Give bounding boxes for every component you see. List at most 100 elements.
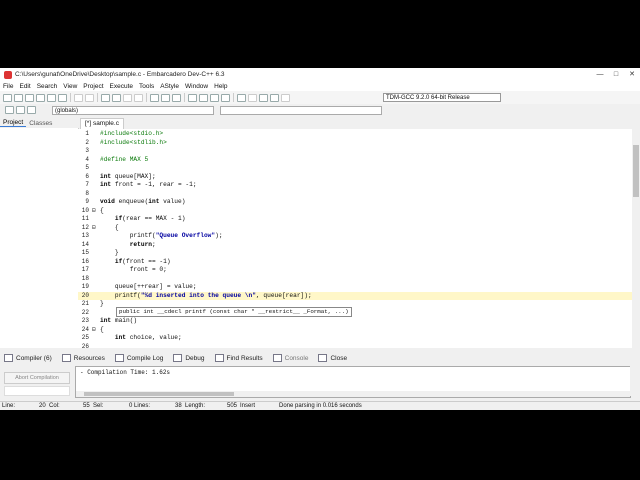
code-line[interactable]: 10 ⊟ { [78,207,632,216]
tab-find-results[interactable]: Find Results [214,354,263,362]
tab-debug[interactable]: Debug [173,354,205,362]
new-project-icon[interactable] [150,93,159,102]
menu-view[interactable]: View [60,83,80,90]
code-line[interactable]: 13 printf("Queue Overflow"); [78,232,632,241]
minimize-button[interactable]: — [592,68,608,81]
new-file-icon[interactable] [3,93,12,102]
tab-close[interactable]: Close [318,354,347,362]
fold-toggle-icon[interactable]: ⊟ [92,224,96,231]
tab-compiler[interactable]: Compiler (6) [4,354,52,362]
menu-edit[interactable]: Edit [16,83,33,90]
debug-icon[interactable] [259,93,268,102]
scrollbar-thumb[interactable] [633,145,639,197]
find-next-icon[interactable] [134,93,143,102]
code-line[interactable]: 5 [78,164,632,173]
line-number: 8 [85,189,89,197]
close-file-icon[interactable] [47,93,56,102]
code-line[interactable]: 19 queue[++rear] = value; [78,283,632,292]
undo-icon[interactable] [74,93,83,102]
compile-option-field[interactable] [4,386,70,396]
insert-icon[interactable] [5,106,14,114]
menu-window[interactable]: Window [182,83,211,90]
code-line[interactable]: 23 int main() [78,317,632,326]
tab-resources[interactable]: Resources [61,354,105,362]
save-icon[interactable] [25,93,34,102]
code-line[interactable]: 8 [78,190,632,199]
code-line[interactable]: 6 int queue[MAX]; [78,173,632,182]
goto-icon[interactable] [123,93,132,102]
menu-search[interactable]: Search [34,83,61,90]
tab-console[interactable]: Console [272,354,308,362]
close-window-button[interactable]: ✕ [624,68,640,81]
code-line[interactable]: 2 #include<stdlib.h> [78,139,632,148]
menu-tools[interactable]: Tools [136,83,157,90]
maximize-button[interactable]: □ [608,68,624,81]
console-icon [272,354,282,362]
find-icon[interactable] [101,93,110,102]
tab-classes[interactable]: Classes [26,120,55,127]
code-line[interactable]: 12 ⊟ { [78,224,632,233]
tab-project[interactable]: Project [0,119,27,127]
code-line[interactable]: 9 void enqueue(int value) [78,198,632,207]
output-hscrollbar[interactable] [76,391,630,397]
code-line[interactable]: 17 front = 0; [78,266,632,275]
code-line[interactable]: 7 int front = -1, rear = -1; [78,181,632,190]
line-number: 4 [85,155,89,163]
tab-compile-log[interactable]: Compile Log [114,354,163,362]
editor-scrollbar[interactable] [632,129,640,348]
fold-toggle-icon[interactable]: ⊟ [92,326,96,333]
code-line[interactable]: 25 int choice, value; [78,334,632,343]
code-text: { [100,206,104,214]
code-text: front = 0; [100,266,167,273]
code-line[interactable]: 16 if(front == -1) [78,258,632,267]
member-select[interactable] [220,106,382,115]
menu-astyle[interactable]: AStyle [157,83,182,90]
delete-profile-icon[interactable] [281,93,290,102]
menu-file[interactable]: File [0,83,16,90]
output-vscrollbar[interactable] [630,366,638,396]
status-lines-value: 38 [175,403,182,409]
code-line[interactable]: 14 return; [78,241,632,250]
code-editor[interactable]: 1 #include<stdio.h> 2 #include<stdlib.h> 3 4 #… [78,129,632,348]
tab-sample-c[interactable]: [*] sample.c [80,118,124,129]
goto-bookmark-icon[interactable] [27,106,36,114]
profile-icon[interactable] [270,93,279,102]
code-line[interactable]: 3 [78,147,632,156]
compile-log-output[interactable]: - Compilation Time: 1.62s [75,366,631,398]
status-length-value: 505 [227,403,238,409]
menu-help[interactable]: Help [211,83,230,90]
code-line[interactable]: 4 #define MAX 5 [78,156,632,165]
menu-execute[interactable]: Execute [107,83,137,90]
stop-icon[interactable] [248,93,257,102]
code-line[interactable]: 26 [78,343,632,349]
redo-icon[interactable] [85,93,94,102]
main-toolbar [0,91,640,104]
compiler-select[interactable]: TDM-GCC 9.2.0 64-bit Release [383,93,501,102]
save-all-icon[interactable] [36,93,45,102]
code-line[interactable]: 1 #include<stdio.h> [78,130,632,139]
remove-file-icon[interactable] [172,93,181,102]
fold-toggle-icon[interactable]: ⊟ [92,207,96,214]
code-line[interactable]: 18 [78,275,632,284]
code-line[interactable]: 11 if(rear == MAX - 1) [78,215,632,224]
add-file-icon[interactable] [161,93,170,102]
code-line[interactable]: 20 printf("%d inserted into the queue \n… [78,291,632,300]
compile-icon[interactable] [188,93,197,102]
print-icon[interactable] [58,93,67,102]
bottom-tabs: Compiler (6) Resources Compile Log Debug… [0,352,640,364]
compile-controls: Abort Compilation [0,366,72,396]
rebuild-icon[interactable] [221,93,230,102]
code-line[interactable]: 24 ⊟ { [78,326,632,335]
menu-project[interactable]: Project [80,83,106,90]
open-icon[interactable] [14,93,23,102]
compile-run-icon[interactable] [210,93,219,102]
check-icon[interactable] [237,93,246,102]
toggle-bookmark-icon[interactable] [16,106,25,114]
abort-compilation-button[interactable]: Abort Compilation [4,372,70,384]
replace-icon[interactable] [112,93,121,102]
code-text: printf("%d inserted into the queue \n", … [100,291,312,299]
scope-select[interactable]: (globals) [52,106,214,115]
output-hscroll-thumb[interactable] [84,392,234,396]
code-line[interactable]: 15 } [78,249,632,258]
run-icon[interactable] [199,93,208,102]
